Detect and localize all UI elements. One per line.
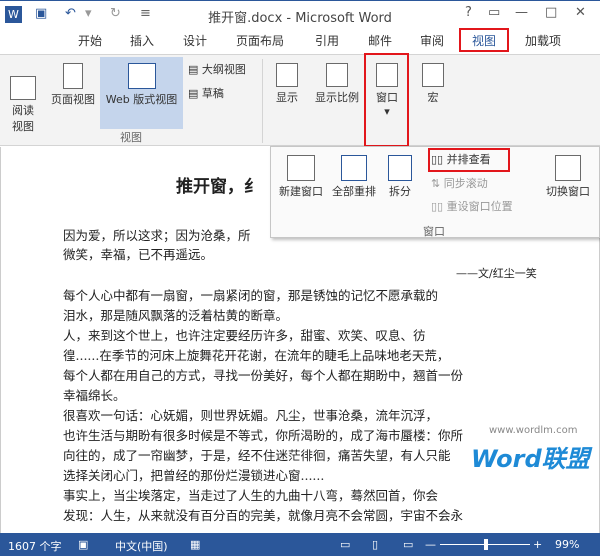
outline-icon: ▤	[188, 63, 199, 76]
watermark-logo: Word联盟	[471, 445, 590, 473]
doc-line-9: 很喜欢一句话：心妩媚，则世界妩媚。凡尘，世事沧桑，流年沉浮，	[63, 408, 439, 423]
doc-line-8: 幸福绵长。	[63, 388, 126, 403]
switch-windows-button[interactable]: 切换窗口	[543, 155, 593, 199]
tab-addins[interactable]: 加载项	[525, 32, 561, 49]
arrange-all-icon	[341, 155, 367, 181]
reset-position-button[interactable]: ▯▯ 重设窗口位置	[431, 198, 513, 214]
minimize-button[interactable]: —	[515, 5, 528, 20]
views-group-label: 视图	[120, 131, 142, 144]
zoom-out-icon[interactable]: —	[425, 538, 436, 551]
draft-icon: ▤	[188, 87, 199, 100]
reset-position-icon: ▯▯	[431, 200, 444, 213]
doc-line-4: 泪水，那是随风飘落的泛着枯黄的断章。	[63, 308, 289, 323]
web-layout-status-icon[interactable]: ▭	[403, 538, 413, 551]
status-bar: 1607 个字 ▣ 中文(中国) ▦ ▭ ▯ ▭ — + 99%	[0, 533, 600, 556]
help-button[interactable]: ?	[465, 5, 472, 20]
doc-line-7: 每个人都在用自己的方式，寻找一份美好，每个人都在期盼中，翘首一份	[63, 368, 464, 383]
sync-scroll-icon: ⇅	[431, 177, 441, 190]
close-button[interactable]: ✕	[575, 5, 586, 20]
word-count[interactable]: 1607 个字	[8, 538, 62, 554]
print-layout-button[interactable]: 页面视图	[48, 63, 98, 107]
ribbon: 阅读 视图 页面视图 Web 版式视图 ▤ 大纲视图 ▤ 草稿 视图 显示 显示…	[0, 54, 600, 146]
doc-line-11: 向往的，成了一帘幽梦，于是，经不住迷茫徘徊，痛苦失望，有人只能	[63, 448, 451, 463]
new-window-icon	[287, 155, 315, 181]
arrange-all-button[interactable]: 全部重排	[329, 155, 379, 199]
doc-line-14: 发现：人生，从来就没有百分百的完美，就像月亮不会常圆，宇宙不会永	[63, 508, 464, 523]
title-bar: W ▣ ↶ ▾ ↻ ≡ 推开窗.docx - Microsoft Word ? …	[0, 0, 600, 28]
doc-line-3: 每个人心中都有一扇窗，一扇紧闭的窗，那是锈蚀的记忆不愿承载的	[63, 288, 439, 303]
print-layout-status-icon[interactable]: ▯	[372, 538, 378, 551]
ribbon-display-icon[interactable]: ▭	[488, 5, 500, 20]
ribbon-tabs: 开始 插入 设计 页面布局 引用 邮件 审阅 视图 加载项	[0, 28, 600, 55]
read-mode-status-icon[interactable]: ▭	[340, 538, 350, 551]
doc-line-0: 因为爱，所以这求；因为沧桑，所	[63, 228, 251, 243]
read-mode-button[interactable]: 阅读 视图	[6, 63, 40, 134]
window-title: 推开窗.docx - Microsoft Word	[208, 11, 392, 26]
doc-title: 推开窗，纟	[176, 177, 261, 197]
switch-windows-icon	[555, 155, 581, 181]
tab-home[interactable]: 开始	[78, 32, 102, 49]
view-tab-highlight	[459, 28, 509, 52]
doc-line-12: 选择关闭心门，把曾经的那份烂漫锁进心窗......	[63, 468, 325, 483]
window-button-highlight	[364, 53, 409, 147]
web-layout-button[interactable]: Web 版式视图	[100, 57, 183, 129]
proofing-icon[interactable]: ▣	[78, 538, 88, 551]
new-window-button[interactable]: 新建窗口	[277, 155, 325, 199]
language[interactable]: 中文(中国)	[115, 538, 168, 554]
macros-icon	[422, 63, 444, 87]
print-layout-icon	[63, 63, 83, 89]
show-icon	[276, 63, 298, 87]
read-mode-icon	[10, 76, 36, 100]
zoom-level[interactable]: 99%	[555, 538, 579, 551]
zoom-slider-thumb[interactable]	[484, 539, 488, 550]
zoom-icon	[326, 63, 348, 87]
web-layout-icon	[127, 63, 156, 89]
tab-review[interactable]: 审阅	[420, 32, 444, 49]
outline-button[interactable]: ▤ 大纲视图	[188, 61, 246, 77]
doc-line-6: 徨......在季节的河床上旋舞花开花谢，在流年的睫毛上品味地老天荒，	[63, 348, 450, 363]
zoom-in-icon[interactable]: +	[533, 538, 542, 551]
macros-button[interactable]: 宏	[418, 63, 448, 105]
tab-mailings[interactable]: 邮件	[368, 32, 392, 49]
macro-record-icon[interactable]: ▦	[190, 538, 200, 551]
tab-design[interactable]: 设计	[183, 32, 207, 49]
side-by-side-highlight	[428, 148, 510, 172]
window-group-label: 窗口	[423, 225, 445, 238]
show-button[interactable]: 显示	[270, 63, 304, 105]
watermark-url: www.wordlm.com	[489, 425, 578, 436]
split-button[interactable]: 拆分	[385, 155, 415, 199]
split-icon	[388, 155, 412, 181]
tab-layout[interactable]: 页面布局	[236, 32, 284, 49]
zoom-button[interactable]: 显示比例	[312, 63, 362, 105]
doc-line-10: 也许生活与期盼有很多时候是不等式，你所渴盼的，成了海市蜃楼：你所	[63, 428, 464, 443]
tab-references[interactable]: 引用	[315, 32, 339, 49]
sync-scroll-button[interactable]: ⇅ 同步滚动	[431, 175, 488, 191]
doc-line-1: 微笑，幸福，已不再遥远。	[63, 247, 214, 262]
doc-line-13: 事实上，当尘埃落定，当走过了人生的九曲十八弯，蓦然回首，你会	[63, 488, 439, 503]
maximize-icon[interactable]: □	[545, 5, 557, 20]
tab-insert[interactable]: 插入	[130, 32, 154, 49]
doc-author: ——文/红尘一笑	[456, 267, 537, 280]
doc-line-5: 人，来到这个世上，也许注定要经历许多，甜蜜、欢笑、叹息、彷	[63, 328, 426, 343]
draft-button[interactable]: ▤ 草稿	[188, 85, 224, 101]
